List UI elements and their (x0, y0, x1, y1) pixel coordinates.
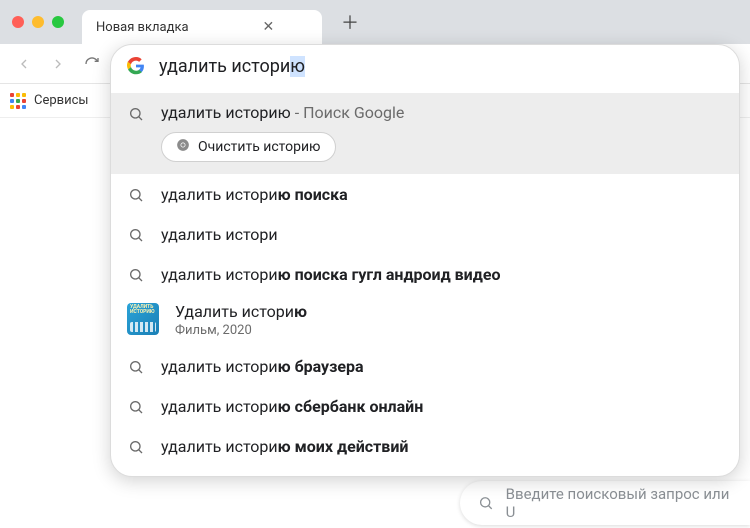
tab-title: Новая вкладка (96, 20, 189, 35)
forward-button[interactable] (44, 50, 72, 78)
suggestion-text: удалить историю поиска (161, 185, 723, 204)
search-icon (127, 438, 145, 456)
ntp-search-box[interactable]: Введите поисковый запрос или U (460, 481, 750, 525)
omnibox-query-text: удалить истори (159, 56, 290, 77)
suggestion-row[interactable]: удалить историю - Поиск GoogleОчистить и… (111, 93, 739, 174)
suggestion-row[interactable]: УДАЛИТЬ ИСТОРИЮ Удалить историюФильм, 202… (111, 294, 739, 346)
search-icon (127, 186, 145, 204)
search-icon (478, 495, 494, 511)
google-logo-icon (127, 57, 145, 75)
chrome-icon (176, 138, 190, 156)
suggestion-text: удалить историю браузера (161, 357, 723, 376)
reload-button[interactable] (78, 50, 106, 78)
suggestion-row[interactable]: удалить историю браузера (111, 346, 739, 386)
window-close-button[interactable] (12, 16, 24, 28)
tab-close-button[interactable]: ✕ (259, 18, 279, 36)
omnibox-input-row[interactable]: удалить историю (111, 45, 739, 87)
suggestion-text: Удалить историюФильм, 2020 (175, 302, 723, 338)
ntp-search-placeholder: Введите поисковый запрос или U (506, 485, 738, 521)
traffic-lights (12, 16, 64, 28)
suggestion-text: удалить историю поиска гугл андроид виде… (161, 265, 723, 284)
back-button[interactable] (10, 50, 38, 78)
suggestion-row[interactable]: удалить истори (111, 214, 739, 254)
suggestion-row[interactable]: удалить историю моих действий (111, 426, 739, 466)
search-icon (127, 226, 145, 244)
window-minimize-button[interactable] (32, 16, 44, 28)
apps-icon[interactable] (10, 93, 26, 109)
window-zoom-button[interactable] (52, 16, 64, 28)
suggestion-row[interactable]: удалить историю поиска (111, 174, 739, 214)
apps-label[interactable]: Сервисы (34, 93, 89, 108)
omnibox-query-selection: ю (290, 56, 305, 77)
suggestion-row[interactable]: удалить историю сбербанк онлайн (111, 386, 739, 426)
suggestion-text: удалить историю - Поиск GoogleОчистить и… (161, 103, 723, 162)
browser-tab[interactable]: Новая вкладка ✕ (82, 10, 322, 44)
reload-icon (84, 56, 100, 72)
suggestion-text: удалить историю сбербанк онлайн (161, 397, 723, 416)
suggestion-row[interactable]: удалить историю поиска гугл андроид виде… (111, 254, 739, 294)
search-icon (127, 358, 145, 376)
new-tab-button[interactable]: ＋ (336, 8, 364, 36)
search-icon (127, 266, 145, 284)
search-icon (127, 398, 145, 416)
entity-thumbnail-icon: УДАЛИТЬ ИСТОРИЮ (127, 303, 159, 335)
omnibox-input[interactable]: удалить историю (159, 56, 723, 77)
suggestion-text: удалить истори (161, 225, 723, 244)
suggestion-list: удалить историю - Поиск GoogleОчистить и… (111, 87, 739, 476)
suggestion-text: удалить историю моих действий (161, 437, 723, 456)
arrow-left-icon (16, 56, 32, 72)
search-icon (127, 105, 145, 123)
arrow-right-icon (50, 56, 66, 72)
window-titlebar: Новая вкладка ✕ ＋ (0, 0, 750, 44)
clear-history-chip[interactable]: Очистить историю (161, 132, 336, 162)
omnibox-dropdown: удалить историю удалить историю - Поиск … (110, 44, 740, 477)
